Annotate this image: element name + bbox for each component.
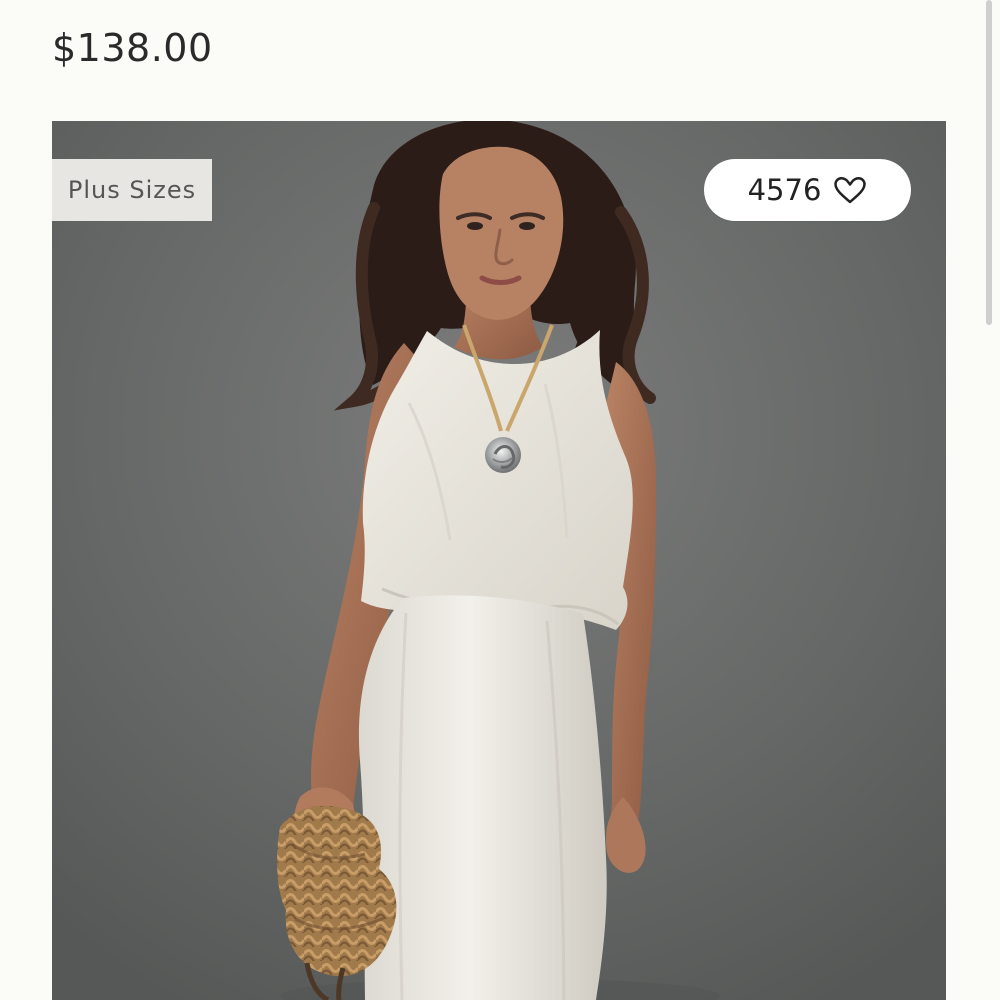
heart-icon — [834, 177, 867, 204]
favorite-button[interactable]: 4576 — [704, 159, 911, 221]
plus-sizes-badge: Plus Sizes — [52, 159, 212, 221]
product-image[interactable] — [52, 121, 946, 1000]
favorite-count: 4576 — [747, 173, 822, 207]
product-price: $138.00 — [52, 26, 213, 70]
vertical-scrollbar[interactable] — [986, 0, 992, 1000]
product-detail-page: $138.00 Plus Sizes 4576 — [0, 0, 1000, 1000]
scrollbar-thumb[interactable] — [986, 0, 992, 325]
